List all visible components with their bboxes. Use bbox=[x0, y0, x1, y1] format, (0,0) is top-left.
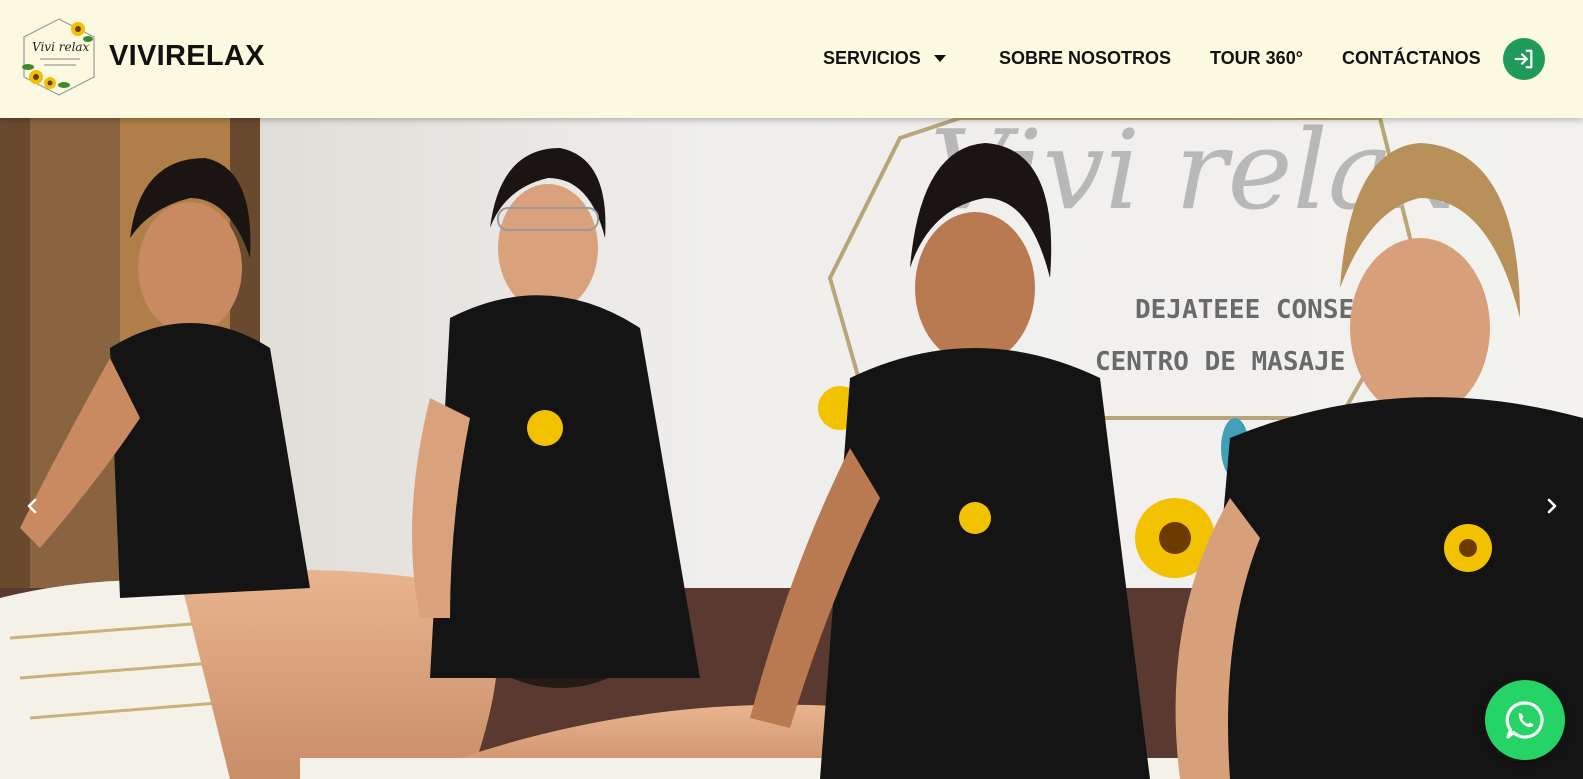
nav-servicios[interactable]: SERVICIOS bbox=[823, 48, 921, 69]
slider-next-button[interactable] bbox=[1540, 494, 1564, 518]
nav-sobre-nosotros[interactable]: SOBRE NOSOTROS bbox=[999, 48, 1171, 69]
nav-tour-360[interactable]: TOUR 360° bbox=[1210, 48, 1303, 69]
login-button[interactable] bbox=[1503, 38, 1545, 80]
hero-slider: Vivi relax DEJATEEE CONSENT CENTRO DE MA… bbox=[0, 118, 1583, 779]
wall-text-1: DEJATEEE CONSENT bbox=[1135, 295, 1385, 325]
chevron-left-icon bbox=[27, 498, 37, 514]
brand-name[interactable]: VIVIRELAX bbox=[109, 40, 265, 73]
hero-image: Vivi relax DEJATEEE CONSENT CENTRO DE MA… bbox=[0, 118, 1583, 779]
logo[interactable]: Vivi relax bbox=[18, 15, 100, 99]
logo-text: Vivi relax bbox=[32, 40, 90, 54]
whatsapp-icon bbox=[1505, 701, 1544, 739]
chevron-down-icon[interactable] bbox=[934, 55, 946, 62]
site-header: Vivi relax VIVIRELAX SERVICIOS SOBRE NOS… bbox=[0, 0, 1583, 118]
nav-contactanos[interactable]: CONTÁCTANOS bbox=[1342, 48, 1481, 69]
wall-text-2: CENTRO DE MASAJE bbox=[1095, 347, 1345, 377]
chevron-right-icon bbox=[1547, 498, 1557, 514]
slider-prev-button[interactable] bbox=[20, 494, 44, 518]
whatsapp-button[interactable] bbox=[1485, 680, 1565, 760]
login-icon bbox=[1514, 49, 1533, 69]
